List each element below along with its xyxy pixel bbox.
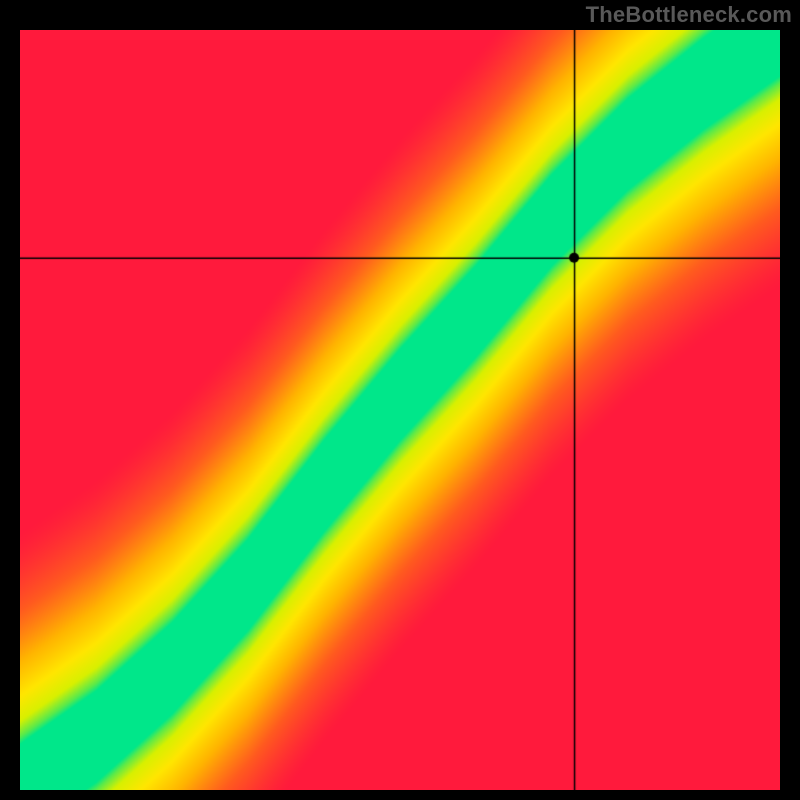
chart-container: TheBottleneck.com	[0, 0, 800, 800]
heatmap-plot	[20, 30, 780, 790]
watermark-text: TheBottleneck.com	[586, 2, 792, 28]
heatmap-canvas	[20, 30, 780, 790]
